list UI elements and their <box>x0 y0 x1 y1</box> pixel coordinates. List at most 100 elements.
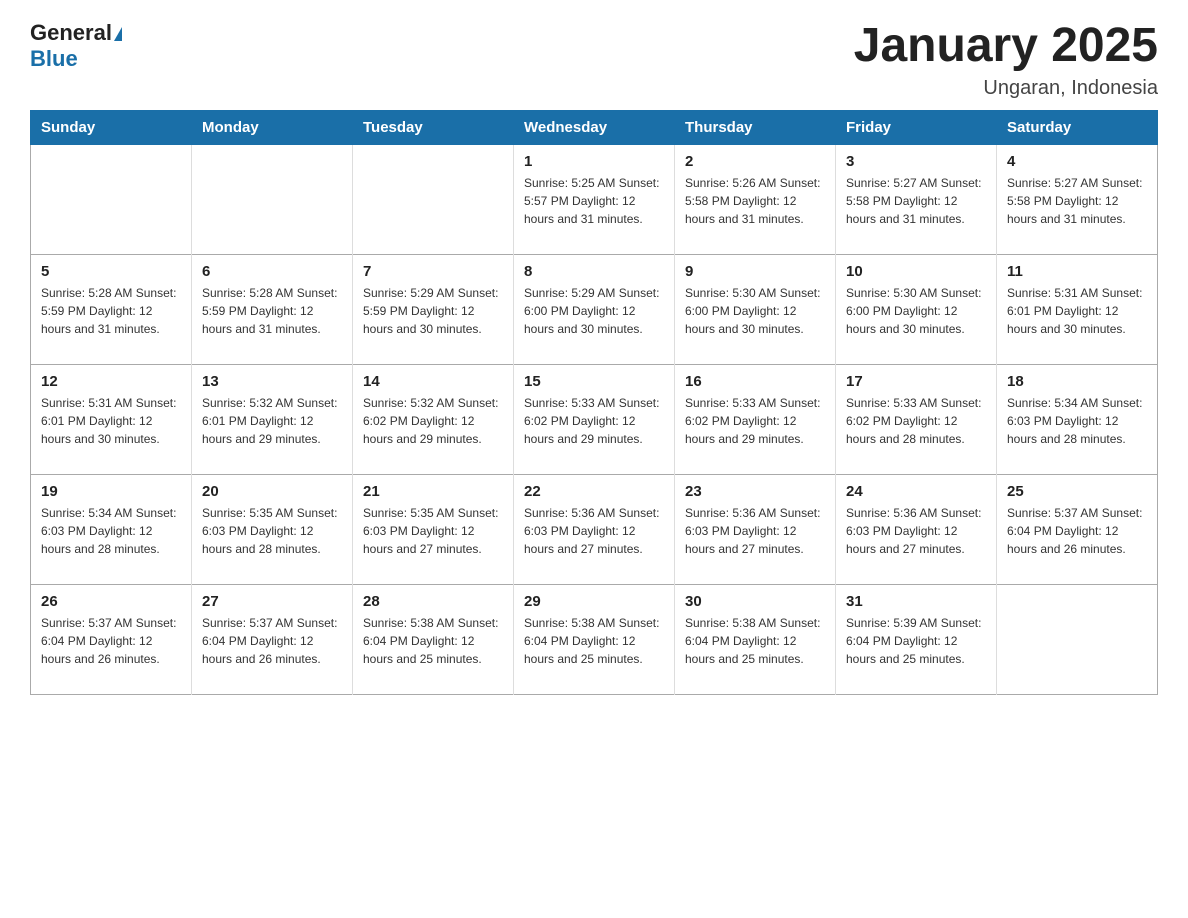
calendar-cell: 16Sunrise: 5:33 AM Sunset: 6:02 PM Dayli… <box>675 364 836 474</box>
day-number: 15 <box>524 373 664 390</box>
day-info: Sunrise: 5:37 AM Sunset: 6:04 PM Dayligh… <box>202 614 342 668</box>
day-info: Sunrise: 5:28 AM Sunset: 5:59 PM Dayligh… <box>202 284 342 338</box>
day-number: 18 <box>1007 373 1147 390</box>
logo-blue: Blue <box>30 46 78 72</box>
calendar-cell: 27Sunrise: 5:37 AM Sunset: 6:04 PM Dayli… <box>192 584 353 694</box>
day-info: Sunrise: 5:33 AM Sunset: 6:02 PM Dayligh… <box>524 394 664 448</box>
title-block: January 2025 Ungaran, Indonesia <box>854 20 1158 100</box>
day-number: 25 <box>1007 483 1147 500</box>
day-number: 5 <box>41 263 181 280</box>
logo-triangle-icon <box>114 27 122 41</box>
day-info: Sunrise: 5:27 AM Sunset: 5:58 PM Dayligh… <box>1007 174 1147 228</box>
calendar-cell: 26Sunrise: 5:37 AM Sunset: 6:04 PM Dayli… <box>31 584 192 694</box>
day-info: Sunrise: 5:28 AM Sunset: 5:59 PM Dayligh… <box>41 284 181 338</box>
calendar-cell: 14 Sunrise: 5:32 AM Sunset: 6:02 PM Dayli… <box>353 364 514 474</box>
calendar-week-row: 1 Sunrise: 5:25 AM Sunset: 5:57 PM Daylig… <box>31 144 1158 254</box>
calendar-cell: 3Sunrise: 5:27 AM Sunset: 5:58 PM Daylig… <box>836 144 997 254</box>
page-header: General Blue January 2025 Ungaran, Indon… <box>30 20 1158 100</box>
day-info: Sunrise: 5:38 AM Sunset: 6:04 PM Dayligh… <box>363 614 503 668</box>
calendar-cell: 21Sunrise: 5:35 AM Sunset: 6:03 PM Dayli… <box>353 474 514 584</box>
page-title: January 2025 <box>854 20 1158 73</box>
day-info: Sunrise: 5:32 AM Sunset: 6:01 PM Dayligh… <box>202 394 342 448</box>
day-number: 4 <box>1007 153 1147 170</box>
day-number: 26 <box>41 593 181 610</box>
day-number: 10 <box>846 263 986 280</box>
header-wednesday: Wednesday <box>514 110 675 144</box>
calendar-table: SundayMondayTuesdayWednesdayThursdayFrid… <box>30 110 1158 695</box>
header-thursday: Thursday <box>675 110 836 144</box>
day-info: Sunrise: 5:36 AM Sunset: 6:03 PM Dayligh… <box>524 504 664 558</box>
day-info: Sunrise: 5:34 AM Sunset: 6:03 PM Dayligh… <box>1007 394 1147 448</box>
day-info: Sunrise: 5:30 AM Sunset: 6:00 PM Dayligh… <box>846 284 986 338</box>
page-subtitle: Ungaran, Indonesia <box>854 77 1158 100</box>
day-number: 24 <box>846 483 986 500</box>
logo-general: General <box>30 20 112 46</box>
calendar-cell <box>192 144 353 254</box>
calendar-cell: 9Sunrise: 5:30 AM Sunset: 6:00 PM Daylig… <box>675 254 836 364</box>
calendar-cell: 4 Sunrise: 5:27 AM Sunset: 5:58 PM Daylig… <box>997 144 1158 254</box>
calendar-cell: 29 Sunrise: 5:38 AM Sunset: 6:04 PM Dayli… <box>514 584 675 694</box>
calendar-cell: 8Sunrise: 5:29 AM Sunset: 6:00 PM Daylig… <box>514 254 675 364</box>
day-info: Sunrise: 5:36 AM Sunset: 6:03 PM Dayligh… <box>685 504 825 558</box>
day-number: 2 <box>685 153 825 170</box>
day-number: 12 <box>41 373 181 390</box>
day-info: Sunrise: 5:31 AM Sunset: 6:01 PM Dayligh… <box>41 394 181 448</box>
calendar-cell: 13 Sunrise: 5:32 AM Sunset: 6:01 PM Dayli… <box>192 364 353 474</box>
day-info: Sunrise: 5:29 AM Sunset: 5:59 PM Dayligh… <box>363 284 503 338</box>
day-number: 3 <box>846 153 986 170</box>
day-number: 9 <box>685 263 825 280</box>
day-info: Sunrise: 5:25 AM Sunset: 5:57 PM Dayligh… <box>524 174 664 228</box>
day-number: 17 <box>846 373 986 390</box>
day-number: 20 <box>202 483 342 500</box>
day-number: 23 <box>685 483 825 500</box>
day-info: Sunrise: 5:32 AM Sunset: 6:02 PM Dayligh… <box>363 394 503 448</box>
calendar-cell: 18 Sunrise: 5:34 AM Sunset: 6:03 PM Dayli… <box>997 364 1158 474</box>
day-number: 1 <box>524 153 664 170</box>
calendar-week-row: 5 Sunrise: 5:28 AM Sunset: 5:59 PM Daylig… <box>31 254 1158 364</box>
day-info: Sunrise: 5:38 AM Sunset: 6:04 PM Dayligh… <box>524 614 664 668</box>
calendar-week-row: 26 Sunrise: 5:37 AM Sunset: 6:04 PM Dayli… <box>31 584 1158 694</box>
day-info: Sunrise: 5:33 AM Sunset: 6:02 PM Dayligh… <box>685 394 825 448</box>
day-number: 28 <box>363 593 503 610</box>
calendar-cell: 22Sunrise: 5:36 AM Sunset: 6:03 PM Dayli… <box>514 474 675 584</box>
calendar-cell: 28 Sunrise: 5:38 AM Sunset: 6:04 PM Dayli… <box>353 584 514 694</box>
day-number: 14 <box>363 373 503 390</box>
calendar-cell: 30 Sunrise: 5:38 AM Sunset: 6:04 PM Dayli… <box>675 584 836 694</box>
calendar-cell: 11Sunrise: 5:31 AM Sunset: 6:01 PM Dayli… <box>997 254 1158 364</box>
calendar-cell: 7Sunrise: 5:29 AM Sunset: 5:59 PM Daylig… <box>353 254 514 364</box>
header-tuesday: Tuesday <box>353 110 514 144</box>
day-info: Sunrise: 5:38 AM Sunset: 6:04 PM Dayligh… <box>685 614 825 668</box>
calendar-cell: 25 Sunrise: 5:37 AM Sunset: 6:04 PM Dayli… <box>997 474 1158 584</box>
calendar-cell: 10 Sunrise: 5:30 AM Sunset: 6:00 PM Dayli… <box>836 254 997 364</box>
calendar-cell <box>31 144 192 254</box>
day-number: 19 <box>41 483 181 500</box>
day-info: Sunrise: 5:33 AM Sunset: 6:02 PM Dayligh… <box>846 394 986 448</box>
header-saturday: Saturday <box>997 110 1158 144</box>
day-info: Sunrise: 5:37 AM Sunset: 6:04 PM Dayligh… <box>1007 504 1147 558</box>
day-info: Sunrise: 5:35 AM Sunset: 6:03 PM Dayligh… <box>202 504 342 558</box>
logo: General Blue <box>30 20 122 72</box>
calendar-header-row: SundayMondayTuesdayWednesdayThursdayFrid… <box>31 110 1158 144</box>
day-number: 31 <box>846 593 986 610</box>
calendar-cell: 2 Sunrise: 5:26 AM Sunset: 5:58 PM Daylig… <box>675 144 836 254</box>
day-info: Sunrise: 5:31 AM Sunset: 6:01 PM Dayligh… <box>1007 284 1147 338</box>
calendar-cell: 20 Sunrise: 5:35 AM Sunset: 6:03 PM Dayli… <box>192 474 353 584</box>
calendar-cell <box>353 144 514 254</box>
day-info: Sunrise: 5:35 AM Sunset: 6:03 PM Dayligh… <box>363 504 503 558</box>
calendar-cell <box>997 584 1158 694</box>
day-number: 29 <box>524 593 664 610</box>
calendar-cell: 19 Sunrise: 5:34 AM Sunset: 6:03 PM Dayli… <box>31 474 192 584</box>
day-info: Sunrise: 5:34 AM Sunset: 6:03 PM Dayligh… <box>41 504 181 558</box>
calendar-week-row: 19 Sunrise: 5:34 AM Sunset: 6:03 PM Dayli… <box>31 474 1158 584</box>
calendar-cell: 31 Sunrise: 5:39 AM Sunset: 6:04 PM Dayli… <box>836 584 997 694</box>
day-info: Sunrise: 5:26 AM Sunset: 5:58 PM Dayligh… <box>685 174 825 228</box>
calendar-cell: 24Sunrise: 5:36 AM Sunset: 6:03 PM Dayli… <box>836 474 997 584</box>
day-number: 30 <box>685 593 825 610</box>
day-number: 13 <box>202 373 342 390</box>
calendar-cell: 12 Sunrise: 5:31 AM Sunset: 6:01 PM Dayli… <box>31 364 192 474</box>
day-info: Sunrise: 5:39 AM Sunset: 6:04 PM Dayligh… <box>846 614 986 668</box>
calendar-cell: 23 Sunrise: 5:36 AM Sunset: 6:03 PM Dayli… <box>675 474 836 584</box>
calendar-week-row: 12 Sunrise: 5:31 AM Sunset: 6:01 PM Dayli… <box>31 364 1158 474</box>
calendar-cell: 17 Sunrise: 5:33 AM Sunset: 6:02 PM Dayli… <box>836 364 997 474</box>
day-number: 8 <box>524 263 664 280</box>
